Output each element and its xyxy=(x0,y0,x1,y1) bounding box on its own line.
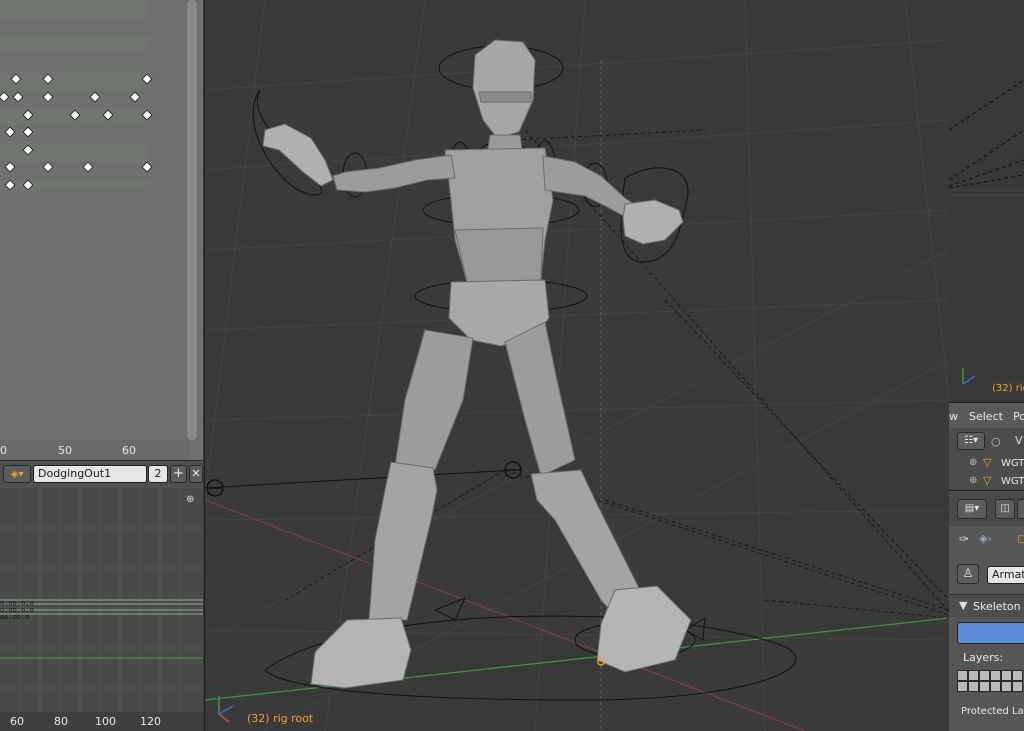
secondary-viewport[interactable]: (32) rig xyxy=(949,0,1024,402)
skeleton-panel-header[interactable]: ▼ Skeleton xyxy=(949,594,1024,617)
mesh-icon: ▽ xyxy=(983,456,992,469)
keyframe[interactable] xyxy=(0,91,10,103)
action-name-field[interactable]: DodgingOut1 xyxy=(33,465,147,483)
keyframe[interactable] xyxy=(82,161,94,173)
render-tab-button[interactable]: ◫ xyxy=(995,499,1015,519)
editor-type-button[interactable]: ☷▾ xyxy=(957,432,985,450)
keyframe[interactable] xyxy=(141,161,153,173)
properties-icon: ▤▾ xyxy=(964,503,980,514)
properties-header: ▤▾ ◫ xyxy=(949,490,1024,527)
keyframe[interactable] xyxy=(4,161,16,173)
expand-icon[interactable]: ⊕ xyxy=(969,457,977,468)
secondary-viewport-status: (32) rig xyxy=(992,383,1024,394)
right-panel: (32) rig w Select Po ☷▾ ○ V ⊕ ▽ WGT ⊕ ▽ … xyxy=(949,0,1024,731)
armature-browse-button[interactable]: ♙ xyxy=(957,564,979,584)
nla-frame-ruler[interactable]: 60 80 100 120 xyxy=(0,712,203,731)
channel-strip xyxy=(0,72,150,90)
view-toggle-icon[interactable]: ○ xyxy=(991,435,1001,448)
secondary-viewport-grid xyxy=(949,79,1024,385)
ruler-tick-label: 50 xyxy=(58,444,72,457)
action-browse-button[interactable]: ◈▾ xyxy=(3,465,31,483)
dopesheet-frame-ruler[interactable]: 0 50 60 xyxy=(0,440,190,460)
action-icon: ◈▾ xyxy=(10,469,24,480)
armature-data-icon: ◻ xyxy=(1017,532,1024,545)
channel-strip xyxy=(0,36,150,54)
protected-layers-label: Protected La xyxy=(961,706,1024,717)
unlink-action-button[interactable]: ✕ xyxy=(189,465,203,483)
dopesheet-editor[interactable] xyxy=(0,0,203,460)
keyframe[interactable] xyxy=(12,91,24,103)
outliner-item-label: WGT xyxy=(1001,476,1024,487)
channel-strip xyxy=(0,0,150,18)
vertical-scrollbar[interactable] xyxy=(187,0,197,440)
ruler-tick-label: 0 xyxy=(0,444,7,457)
ruler-tick-label: 120 xyxy=(140,715,161,728)
viewport-menu-bar: w Select Po xyxy=(949,402,1024,429)
armature-icon: ♙ xyxy=(962,566,974,580)
ruler-tick-label: 60 xyxy=(10,715,24,728)
add-marker-icon[interactable]: ⊕ xyxy=(186,494,194,505)
mesh-icon: ▽ xyxy=(983,474,992,487)
outliner-item[interactable]: ⊕ ▽ WGT xyxy=(949,454,1024,472)
collapse-arrow-icon: ▼ xyxy=(959,599,968,612)
ruler-tick-label: 80 xyxy=(54,715,68,728)
layers-label: Layers: xyxy=(963,651,1004,664)
menu-pose[interactable]: Po xyxy=(1013,410,1024,423)
ruler-tick-label: 60 xyxy=(122,444,136,457)
action-header: ◈▾ DodgingOut1 2 + ✕ xyxy=(0,460,203,490)
keyframe[interactable] xyxy=(89,91,101,103)
camera-icon: ◫ xyxy=(1000,503,1010,514)
keyframe[interactable] xyxy=(42,91,54,103)
keyframe[interactable] xyxy=(22,126,34,138)
expand-icon[interactable]: ⊕ xyxy=(969,475,977,486)
pose-position-toggle[interactable] xyxy=(957,622,1024,644)
channel-strip xyxy=(0,144,150,162)
keyframe[interactable] xyxy=(4,126,16,138)
action-user-count[interactable]: 2 xyxy=(148,465,168,483)
armature-name-field[interactable]: Armatu xyxy=(987,566,1024,584)
keyframe[interactable] xyxy=(129,91,141,103)
menu-select[interactable]: Select xyxy=(969,410,1003,423)
pin-icon[interactable]: ✑ xyxy=(959,532,969,546)
menu-view[interactable]: w xyxy=(949,410,958,423)
viewport-status: (32) rig root xyxy=(247,712,314,725)
properties-editor[interactable]: ✑ ◈› ◻ ♙ Armatu ▼ Skeleton Layers: Prote… xyxy=(949,526,1024,731)
outliner-item[interactable]: ⊕ ▽ WGT xyxy=(949,472,1024,490)
ruler-tick-label: 100 xyxy=(95,715,116,728)
outliner[interactable]: ☷▾ ○ V ⊕ ▽ WGT ⊕ ▽ WGT xyxy=(949,428,1024,490)
3d-viewport[interactable]: (32) rig root xyxy=(204,0,950,731)
outliner-display-mode[interactable]: V xyxy=(1015,434,1023,447)
new-action-button[interactable]: + xyxy=(170,465,187,483)
svg-text:oo:oo:o: oo:oo:o xyxy=(0,613,30,621)
nla-editor[interactable]: o:oo:o:o o:oo:o:o oo:oo:o ⊕ xyxy=(0,488,203,731)
context-icon: ◈› xyxy=(979,532,992,545)
skeleton-panel-title: Skeleton xyxy=(973,600,1021,613)
keyframe[interactable] xyxy=(42,161,54,173)
properties-editor-type-button[interactable]: ▤▾ xyxy=(957,499,987,519)
outliner-item-label: WGT xyxy=(1001,458,1024,469)
scene-tab-button[interactable] xyxy=(1017,499,1024,519)
nla-grid: o:oo:o:o o:oo:o:o oo:oo:o xyxy=(0,488,203,731)
viewport-scene xyxy=(205,0,949,731)
outliner-icon: ☷▾ xyxy=(964,435,978,446)
